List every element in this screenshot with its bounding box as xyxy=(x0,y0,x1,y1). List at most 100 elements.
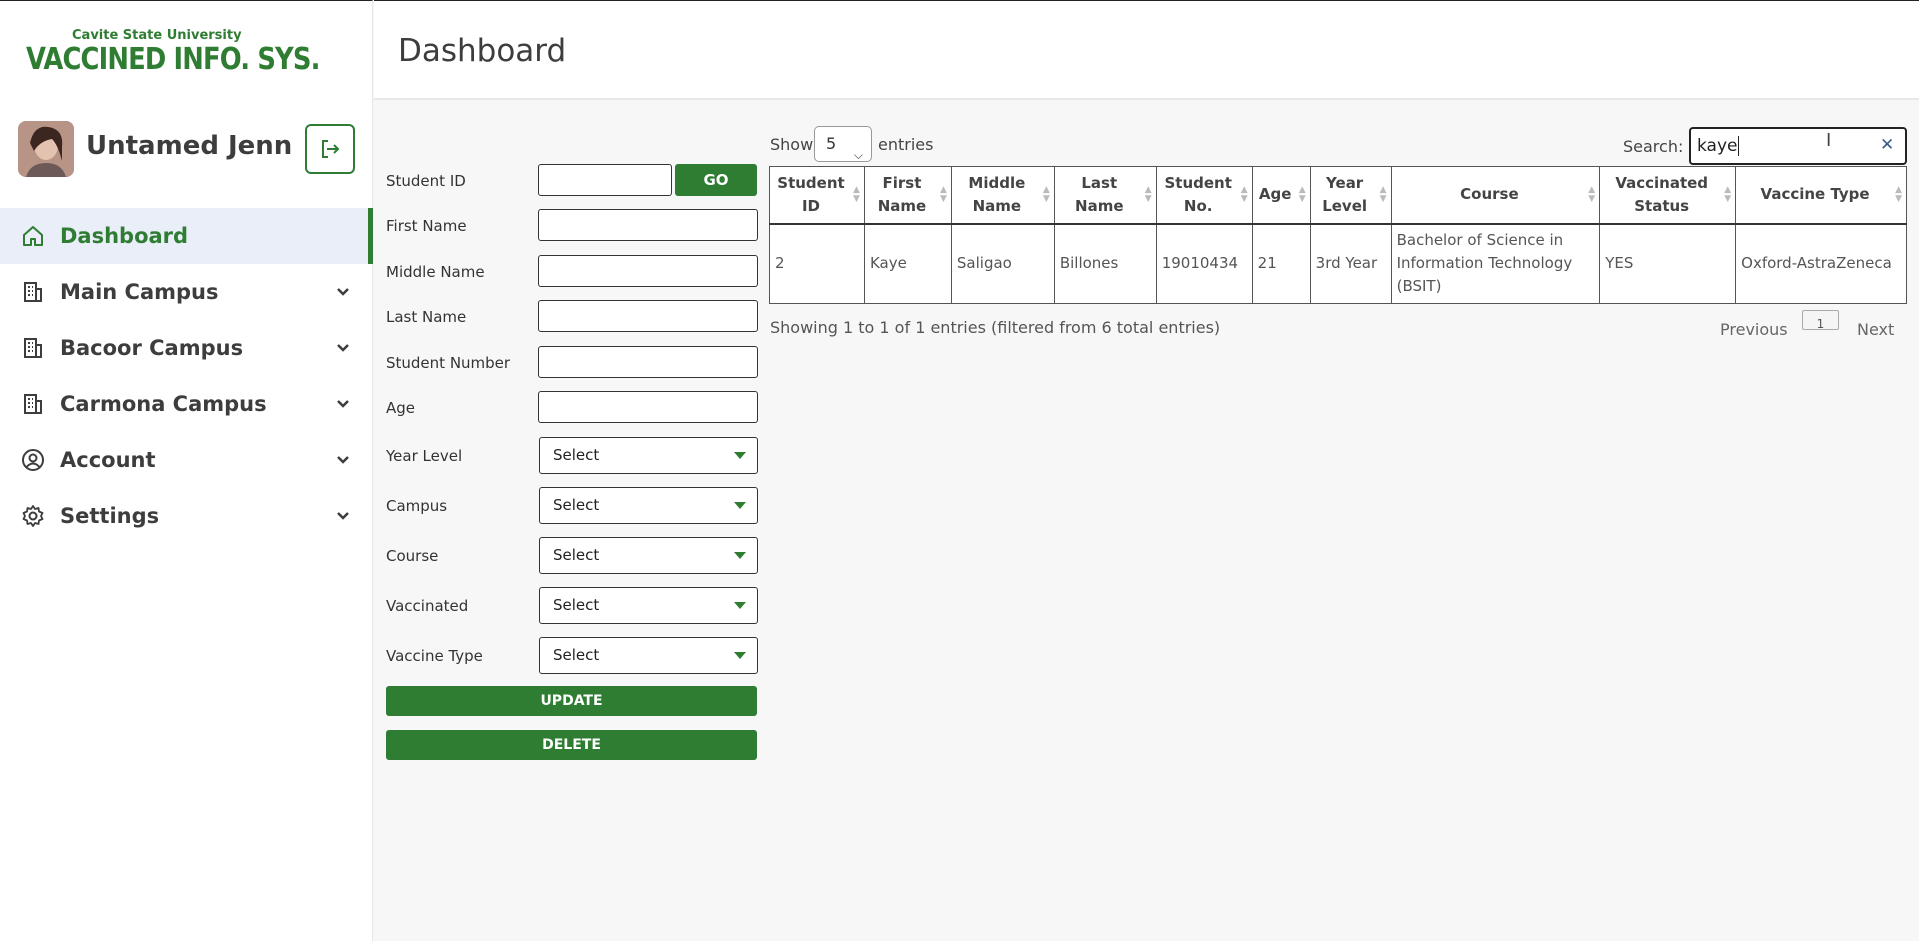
sort-icon: ▲ ▼ xyxy=(1042,185,1050,204)
column-header-label: Vaccinated xyxy=(1615,173,1709,192)
search-value: kaye xyxy=(1697,136,1738,156)
page-1-button[interactable]: 1 xyxy=(1802,310,1839,331)
chevron-down-icon[interactable] xyxy=(335,452,351,472)
user-name: Untamed Jenn xyxy=(86,131,293,161)
sidebar-item-label: Dashboard xyxy=(60,224,189,248)
column-header-label: Student xyxy=(1164,173,1232,192)
last-name-field[interactable] xyxy=(538,300,758,332)
building-icon xyxy=(20,279,46,305)
select-value: Select xyxy=(553,646,600,664)
page-header: Dashboard xyxy=(374,0,1919,100)
student-id-field[interactable] xyxy=(538,164,672,196)
campus-label: Campus xyxy=(386,497,448,515)
clear-search-icon[interactable]: ✕ xyxy=(1880,135,1894,155)
sidebar-item-label: Bacoor Campus xyxy=(60,336,244,360)
logout-button[interactable] xyxy=(305,124,355,174)
sidebar-item-label: Carmona Campus xyxy=(60,392,267,416)
column-header[interactable]: Middle Name ▲ ▼ xyxy=(950,166,1055,225)
previous-button[interactable]: Previous xyxy=(1720,320,1788,339)
column-header[interactable]: Student ID ▲ ▼ xyxy=(769,166,865,225)
vaccine-type-select[interactable]: Select xyxy=(539,637,758,674)
sidebar-item-dashboard[interactable]: Dashboard xyxy=(0,208,373,264)
middle-name-field[interactable] xyxy=(538,255,758,287)
sidebar-item-bacoor-campus[interactable]: Bacoor Campus xyxy=(0,320,373,376)
go-button[interactable]: GO xyxy=(675,164,757,196)
sort-icon: ▲ ▼ xyxy=(1144,185,1152,204)
select-value: Select xyxy=(553,546,600,564)
chevron-down-icon[interactable] xyxy=(335,340,351,360)
table-cell: 2 xyxy=(769,223,865,304)
update-button[interactable]: UPDATE xyxy=(386,686,757,716)
sidebar-item-settings[interactable]: Settings xyxy=(0,488,373,544)
building-icon xyxy=(20,335,46,361)
year-level-select[interactable]: Select xyxy=(539,437,758,474)
column-header-label: Vaccine Type xyxy=(1760,185,1870,204)
column-header[interactable]: Year Level ▲ ▼ xyxy=(1309,166,1392,225)
search-input[interactable]: kaye xyxy=(1689,127,1907,165)
first-name-field[interactable] xyxy=(538,209,758,241)
sort-icon: ▲ ▼ xyxy=(1588,185,1596,204)
caret-down-icon xyxy=(734,652,746,659)
vaccine-type-label: Vaccine Type xyxy=(386,647,483,665)
age-field[interactable] xyxy=(538,391,758,423)
last-name-label: Last Name xyxy=(386,308,467,326)
table-row[interactable]: 2 Kaye Saligao Billones 19010434 21 3rd Year Ba… xyxy=(769,223,1907,304)
next-button[interactable]: Next xyxy=(1857,320,1894,339)
user-circle-icon xyxy=(20,447,46,473)
column-header[interactable]: First Name ▲ ▼ xyxy=(863,166,952,225)
year-level-label: Year Level xyxy=(386,447,463,465)
column-header-label: Middle xyxy=(968,173,1026,192)
column-header[interactable]: Student No. ▲ ▼ xyxy=(1155,166,1253,225)
app-logo[interactable]: Cavite State University VACCINED INFO. S… xyxy=(20,21,350,83)
table-cell: 21 xyxy=(1251,223,1311,304)
sort-icon: ▲ ▼ xyxy=(1724,185,1732,204)
select-value: Select xyxy=(553,596,600,614)
column-header[interactable]: Course ▲ ▼ xyxy=(1390,166,1601,225)
avatar[interactable] xyxy=(18,121,74,177)
chevron-down-icon[interactable] xyxy=(335,396,351,416)
column-header-label: Last xyxy=(1081,173,1118,192)
table-cell: Saligao xyxy=(950,223,1055,304)
home-icon xyxy=(20,223,46,249)
table-cell: 19010434 xyxy=(1155,223,1253,304)
column-header[interactable]: Last Name ▲ ▼ xyxy=(1053,166,1157,225)
sidebar-nav: Dashboard Main Campus Bacoor Campus Carm… xyxy=(0,208,373,544)
chevron-down-icon[interactable] xyxy=(335,284,351,304)
logout-icon xyxy=(322,140,340,158)
campus-select[interactable]: Select xyxy=(539,487,758,524)
table-header-row: Student ID ▲ ▼ First Name ▲ ▼ Middle Name ▲ ▼ Last Na… xyxy=(769,166,1907,225)
student-number-field[interactable] xyxy=(538,346,758,378)
course-select[interactable]: Select xyxy=(539,537,758,574)
sort-icon: ▲ ▼ xyxy=(1379,185,1387,204)
table-info: Showing 1 to 1 of 1 entries (filtered fr… xyxy=(770,318,1221,337)
select-value: Select xyxy=(553,496,600,514)
middle-name-label: Middle Name xyxy=(386,263,485,281)
logo-title: VACCINED INFO. SYS. xyxy=(26,42,320,77)
sort-icon: ▲ ▼ xyxy=(853,185,860,204)
delete-button[interactable]: DELETE xyxy=(386,730,757,760)
entries-value: 5 xyxy=(826,134,837,153)
sidebar-item-account[interactable]: Account xyxy=(0,432,373,488)
column-header-label: ID xyxy=(801,196,820,215)
show-label: Show xyxy=(770,135,814,154)
entries-select[interactable]: 5 ⌵ xyxy=(814,126,872,162)
table-cell: Oxford-AstraZeneca xyxy=(1735,223,1907,304)
column-header[interactable]: Vaccine Type ▲ ▼ xyxy=(1735,166,1907,225)
ibeam-cursor-icon: I xyxy=(1826,130,1832,151)
sort-icon: ▲ ▼ xyxy=(1240,185,1248,204)
sidebar-item-label: Settings xyxy=(60,504,160,528)
caret-down-icon xyxy=(734,552,746,559)
column-header-label: Year xyxy=(1326,173,1364,192)
column-header[interactable]: Age ▲ ▼ xyxy=(1251,166,1311,225)
page-title: Dashboard xyxy=(398,33,567,69)
chevron-down-icon[interactable] xyxy=(335,508,351,528)
sidebar-item-label: Main Campus xyxy=(60,280,219,304)
column-header[interactable]: Vaccinated Status ▲ ▼ xyxy=(1599,166,1737,225)
entries-label: entries xyxy=(878,135,934,154)
column-header-label: No. xyxy=(1183,196,1213,215)
sort-icon: ▲ ▼ xyxy=(1298,185,1306,204)
vaccinated-select[interactable]: Select xyxy=(539,587,758,624)
sidebar-item-carmona-campus[interactable]: Carmona Campus xyxy=(0,376,373,432)
sidebar-item-main-campus[interactable]: Main Campus xyxy=(0,264,373,320)
user-profile: Untamed Jenn xyxy=(18,121,355,177)
